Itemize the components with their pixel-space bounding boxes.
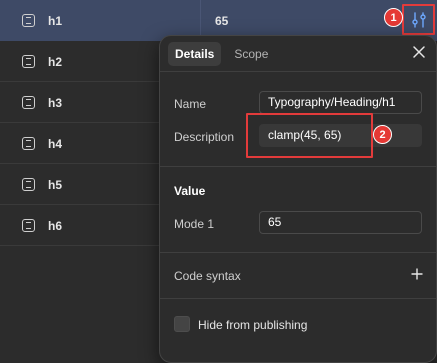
name-label: Name [174, 97, 207, 111]
divider [160, 166, 436, 167]
tab-scope[interactable]: Scope [227, 42, 275, 66]
description-label: Description [174, 130, 235, 144]
plus-icon [411, 268, 423, 280]
number-variable-icon [22, 55, 35, 68]
mode-value-field[interactable]: 65 [259, 211, 422, 234]
divider [160, 252, 436, 253]
close-icon [413, 46, 425, 58]
number-variable-icon [22, 14, 35, 27]
variables-editor: h1 65 h2 h3 h4 h5 h6 1 Details Scope Nam… [0, 0, 437, 363]
number-variable-icon [22, 178, 35, 191]
add-code-syntax-button[interactable] [411, 267, 423, 280]
name-field[interactable]: Typography/Heading/h1 [259, 91, 422, 114]
edit-variable-button[interactable] [402, 4, 435, 35]
divider [160, 298, 436, 299]
tab-details[interactable]: Details [168, 42, 222, 66]
description-highlight [246, 113, 373, 158]
hide-from-publishing-label: Hide from publishing [198, 318, 308, 332]
code-syntax-label: Code syntax [174, 269, 241, 283]
variable-name: h4 [48, 137, 63, 151]
variable-name: h2 [48, 55, 63, 69]
variable-name: h6 [48, 219, 63, 233]
variable-name: h3 [48, 96, 63, 110]
divider [160, 71, 436, 72]
popover-tabs: Details Scope [168, 42, 275, 66]
step-badge-2: 2 [373, 125, 392, 144]
step-badge-1: 1 [384, 8, 403, 27]
sliders-icon [411, 11, 426, 28]
close-button[interactable] [412, 45, 426, 59]
number-variable-icon [22, 137, 35, 150]
number-variable-icon [22, 96, 35, 109]
variable-details-popover: Details Scope Name Typography/Heading/h1… [159, 35, 437, 363]
variable-value[interactable]: 65 [215, 14, 228, 28]
variable-name: h1 [48, 14, 63, 28]
hide-from-publishing-checkbox[interactable] [174, 316, 190, 332]
number-variable-icon [22, 219, 35, 232]
mode-label: Mode 1 [174, 217, 215, 231]
variable-name: h5 [48, 178, 63, 192]
value-section-title: Value [174, 184, 206, 198]
